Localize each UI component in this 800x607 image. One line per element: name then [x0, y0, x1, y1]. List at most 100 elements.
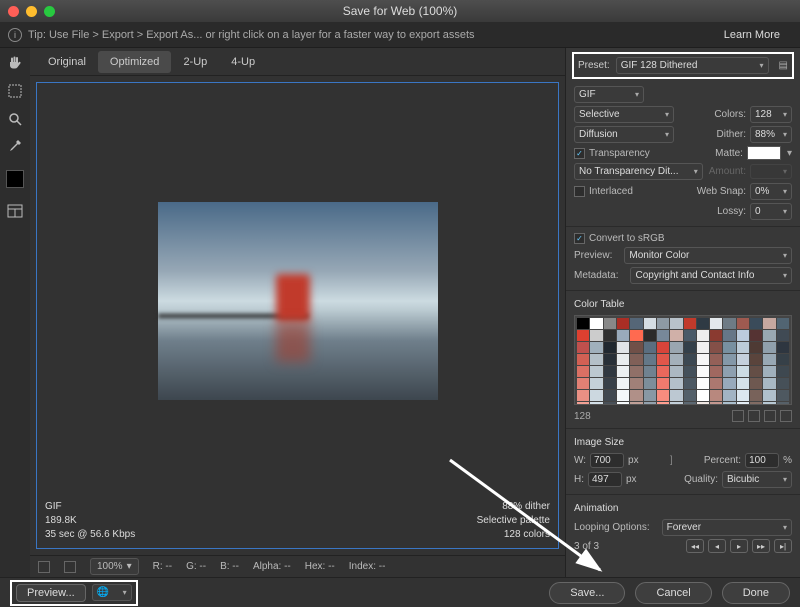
prev-frame-button[interactable]: ◂ — [708, 539, 726, 553]
color-swatch[interactable] — [617, 330, 629, 341]
color-swatch[interactable] — [684, 354, 696, 365]
color-swatch[interactable] — [697, 354, 709, 365]
color-swatch[interactable] — [644, 390, 656, 401]
lossy-select[interactable]: 0▾ — [750, 203, 792, 220]
color-swatch[interactable] — [684, 378, 696, 389]
color-table[interactable] — [574, 315, 792, 405]
color-swatch[interactable] — [577, 402, 589, 405]
color-swatch[interactable] — [710, 390, 722, 401]
save-button[interactable]: Save... — [549, 582, 625, 604]
color-swatch[interactable] — [670, 318, 682, 329]
color-swatch[interactable] — [750, 402, 762, 405]
color-swatch[interactable] — [577, 378, 589, 389]
status-menu-icon[interactable] — [38, 561, 50, 573]
color-swatch[interactable] — [763, 318, 775, 329]
color-swatch[interactable] — [777, 330, 789, 341]
color-swatch[interactable] — [763, 402, 775, 405]
color-swatch[interactable] — [763, 354, 775, 365]
eyedropper-tool-icon[interactable] — [6, 138, 24, 156]
color-swatch[interactable] — [617, 318, 629, 329]
preset-menu-icon[interactable]: ▤ — [779, 60, 788, 71]
color-swatch[interactable] — [723, 378, 735, 389]
color-swatch[interactable] — [644, 318, 656, 329]
color-swatch[interactable] — [684, 330, 696, 341]
color-swatch[interactable] — [710, 318, 722, 329]
slice-select-tool-icon[interactable] — [6, 82, 24, 100]
color-swatch[interactable] — [697, 378, 709, 389]
tab-optimized[interactable]: Optimized — [98, 51, 172, 73]
next-frame-button[interactable]: ▸▸ — [752, 539, 770, 553]
color-swatch[interactable] — [577, 342, 589, 353]
quality-select[interactable]: Bicubic▾ — [722, 471, 792, 488]
color-swatch[interactable] — [723, 318, 735, 329]
color-swatch[interactable] — [644, 402, 656, 405]
eyedropper-color-swatch[interactable] — [6, 170, 24, 188]
color-swatch[interactable] — [590, 366, 602, 377]
color-swatch[interactable] — [737, 354, 749, 365]
color-swatch[interactable] — [670, 378, 682, 389]
height-input[interactable] — [588, 472, 622, 487]
transparency-dither-select[interactable]: No Transparency Dit...▾ — [574, 163, 703, 180]
color-swatch[interactable] — [657, 342, 669, 353]
color-swatch[interactable] — [577, 366, 589, 377]
color-swatch[interactable] — [604, 318, 616, 329]
color-swatch[interactable] — [723, 390, 735, 401]
color-swatch[interactable] — [750, 390, 762, 401]
color-swatch[interactable] — [750, 354, 762, 365]
color-swatch[interactable] — [630, 366, 642, 377]
ct-new-icon[interactable] — [764, 410, 776, 422]
preview-profile-select[interactable]: Monitor Color▾ — [624, 247, 792, 264]
color-swatch[interactable] — [710, 402, 722, 405]
zoom-select[interactable]: 100%▾ — [90, 558, 139, 575]
color-swatch[interactable] — [617, 402, 629, 405]
color-swatch[interactable] — [684, 366, 696, 377]
color-swatch[interactable] — [723, 402, 735, 405]
color-swatch[interactable] — [644, 354, 656, 365]
looping-select[interactable]: Forever▾ — [662, 519, 792, 536]
reduction-select[interactable]: Selective▾ — [574, 106, 674, 123]
color-swatch[interactable] — [630, 330, 642, 341]
color-swatch[interactable] — [750, 378, 762, 389]
color-swatch[interactable] — [630, 318, 642, 329]
color-swatch[interactable] — [577, 318, 589, 329]
color-swatch[interactable] — [590, 342, 602, 353]
tab-4up[interactable]: 4-Up — [219, 51, 267, 73]
color-swatch[interactable] — [670, 330, 682, 341]
color-swatch[interactable] — [657, 354, 669, 365]
color-swatch[interactable] — [604, 330, 616, 341]
color-swatch[interactable] — [763, 390, 775, 401]
color-swatch[interactable] — [630, 390, 642, 401]
color-swatch[interactable] — [723, 330, 735, 341]
color-swatch[interactable] — [723, 342, 735, 353]
color-swatch[interactable] — [617, 342, 629, 353]
last-frame-button[interactable]: ▸| — [774, 539, 792, 553]
color-swatch[interactable] — [670, 354, 682, 365]
color-swatch[interactable] — [604, 402, 616, 405]
color-swatch[interactable] — [684, 318, 696, 329]
color-swatch[interactable] — [577, 330, 589, 341]
color-swatch[interactable] — [630, 402, 642, 405]
color-swatch[interactable] — [710, 378, 722, 389]
color-swatch[interactable] — [590, 330, 602, 341]
toggle-slices-icon[interactable] — [6, 202, 24, 220]
first-frame-button[interactable]: ◂◂ — [686, 539, 704, 553]
color-swatch[interactable] — [617, 390, 629, 401]
close-window-icon[interactable] — [8, 6, 19, 17]
color-swatch[interactable] — [763, 378, 775, 389]
color-swatch[interactable] — [737, 330, 749, 341]
preview-browser-select[interactable]: 🌐▾ — [92, 584, 132, 601]
color-swatch[interactable] — [657, 366, 669, 377]
matte-swatch[interactable] — [747, 146, 781, 160]
color-swatch[interactable] — [763, 366, 775, 377]
link-dimensions-icon[interactable]: ] — [670, 455, 673, 466]
color-swatch[interactable] — [737, 390, 749, 401]
color-swatch[interactable] — [697, 390, 709, 401]
color-swatch[interactable] — [697, 402, 709, 405]
color-swatch[interactable] — [777, 354, 789, 365]
color-swatch[interactable] — [604, 354, 616, 365]
color-swatch[interactable] — [644, 342, 656, 353]
color-swatch[interactable] — [670, 366, 682, 377]
zoom-tool-icon[interactable] — [6, 110, 24, 128]
color-swatch[interactable] — [737, 318, 749, 329]
color-swatch[interactable] — [657, 330, 669, 341]
